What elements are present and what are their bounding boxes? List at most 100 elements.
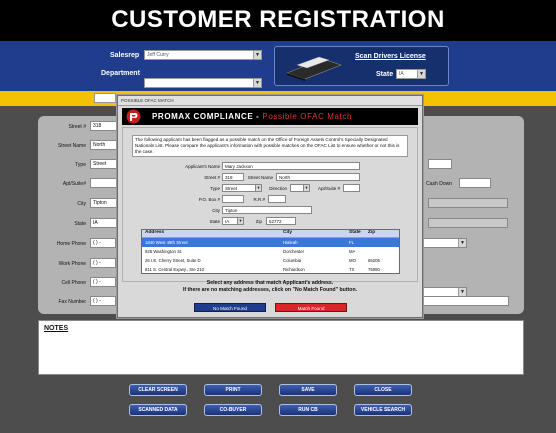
m-apt-label: Apt/Suite # (317, 186, 340, 191)
row-state: TX (349, 267, 355, 272)
m-zip-field[interactable]: 52772 (266, 217, 296, 225)
col-header-address: Address (145, 230, 165, 235)
right-select-1[interactable]: ▼ (423, 238, 467, 248)
dialog-titlebar: POSSIBLE OFAC MATCH (118, 96, 422, 106)
instruction-line-1: Select any address that match Applicant'… (206, 280, 334, 286)
clear-screen-button[interactable]: CLEAR SCREEN (129, 384, 187, 396)
row-zip: 75080 (368, 267, 380, 272)
chevron-down-icon: ▼ (237, 218, 243, 224)
table-row[interactable]: 811 S. Central Expwy., Ste 210 Richardso… (142, 265, 399, 274)
m-po-box-field[interactable] (222, 195, 244, 203)
salesrep-label: Salesrep (110, 52, 140, 59)
state-label: State (376, 71, 394, 78)
yellow-bar-input[interactable] (94, 93, 116, 103)
match-found-button[interactable]: Match Found (275, 303, 347, 312)
print-button[interactable]: PRINT (204, 384, 262, 396)
type-field[interactable]: Street (90, 159, 120, 169)
state-field[interactable]: IA (90, 218, 118, 228)
m-po-box-label: P.O. Box # (198, 197, 220, 202)
chevron-down-icon: ▼ (303, 185, 309, 191)
ofac-match-dialog: POSSIBLE OFAC MATCH PROMAX COMPLIANCE -P… (117, 95, 423, 318)
state-value: IA (399, 71, 404, 77)
ofac-address-table: Address City State Zip 1840 West 49th St… (141, 229, 400, 274)
table-row[interactable]: 1840 West 49th Street Hialeah FL (142, 238, 399, 247)
vehicle-search-button[interactable]: VEHICLE SEARCH (354, 404, 412, 416)
right-field-2[interactable] (428, 198, 508, 208)
department-select[interactable]: ▼ (144, 78, 262, 88)
city-label: City (77, 201, 86, 207)
chevron-down-icon: ▼ (458, 288, 466, 296)
row-city: Richardson (283, 267, 305, 272)
heading-main: PROMAX COMPLIANCE - (152, 112, 260, 121)
m-direction-select[interactable]: ▼ (290, 184, 310, 192)
m-zip-label: Zip (255, 219, 262, 224)
m-direction-label: Direction (269, 186, 287, 191)
title-bar: CUSTOMER REGISTRATION (0, 0, 556, 41)
instruction-text: Select any address that match Applicant'… (122, 280, 418, 294)
row-state: MO (349, 258, 356, 263)
chevron-down-icon: ▼ (417, 70, 425, 78)
state-label: State (74, 221, 86, 227)
type-label: Type (75, 162, 86, 168)
state-select[interactable]: IA ▼ (396, 69, 426, 79)
applicant-name-field[interactable]: Mary Jackson (222, 162, 360, 170)
m-state-value: IA (225, 219, 230, 224)
scanned-data-button[interactable]: SCANNED DATA (129, 404, 187, 416)
m-rr-field[interactable] (268, 195, 286, 203)
chevron-down-icon: ▼ (253, 51, 261, 59)
scan-drivers-license-link[interactable]: Scan Drivers License (355, 53, 426, 60)
m-type-select[interactable]: Street ▼ (222, 184, 262, 192)
salesrep-select[interactable]: Jeff Curry ▼ (144, 50, 262, 60)
m-street-name-label: Street Name (247, 175, 273, 180)
co-buyer-button[interactable]: CO-BUYER (204, 404, 262, 416)
run-cb-button[interactable]: RUN CB (279, 404, 337, 416)
save-button[interactable]: SAVE (279, 384, 337, 396)
row-city: Hialeah (283, 240, 298, 245)
m-apt-field[interactable] (343, 184, 360, 192)
work-phone-field[interactable]: ( ) - (90, 258, 116, 268)
m-state-select[interactable]: IA ▼ (222, 217, 244, 225)
col-header-state: State (349, 230, 361, 235)
m-city-field[interactable]: Tipton (222, 206, 312, 214)
street-no-label: Street # (68, 124, 86, 130)
home-phone-field[interactable]: ( ) - (90, 238, 116, 248)
close-button[interactable]: CLOSE (354, 384, 412, 396)
fax-label: Fax Number (58, 299, 86, 305)
row-city: Columbia (283, 258, 302, 263)
page-title: CUSTOMER REGISTRATION (111, 6, 445, 33)
heading-possible-match: Possible OFAC Match (262, 112, 353, 121)
row-address: 925 Washington St. (145, 249, 183, 254)
cell-phone-field[interactable]: ( ) - (90, 277, 116, 287)
street-no-field[interactable]: 318 (90, 121, 118, 131)
table-row[interactable]: 925 Washington St. Dorchester MA (142, 247, 399, 256)
table-row[interactable]: 26 I.E. Cherry Street, Suite D Columbia … (142, 256, 399, 265)
no-match-found-button[interactable]: No Match Found (194, 303, 266, 312)
col-header-city: City (283, 230, 293, 235)
m-street-no-field[interactable]: 318 (222, 173, 244, 181)
m-city-label: City (212, 208, 220, 213)
promax-logo-icon (126, 109, 141, 124)
m-street-name-field[interactable]: North (276, 173, 360, 181)
dialog-header: PROMAX COMPLIANCE - Possible OFAC Match (122, 108, 418, 125)
street-name-label: Street Name (57, 143, 86, 149)
notes-label: NOTES (44, 325, 69, 332)
cell-phone-label: Cell Phone (61, 280, 86, 286)
home-phone-label: Home Phone (56, 241, 86, 247)
right-field-3[interactable] (428, 218, 508, 228)
notes-panel[interactable]: NOTES (38, 320, 524, 375)
department-label: Department (101, 70, 140, 77)
m-type-value: Street (225, 186, 238, 191)
right-field-4[interactable] (423, 296, 509, 306)
instruction-line-2: If there are no matching addresses, clic… (182, 287, 358, 293)
chevron-down-icon: ▼ (255, 185, 261, 191)
row-address: 811 S. Central Expwy., Ste 210 (145, 267, 205, 272)
cash-down-field[interactable] (459, 178, 491, 188)
col-header-zip: Zip (368, 230, 376, 235)
table-header: Address City State Zip (142, 230, 399, 238)
apt-field[interactable] (90, 178, 120, 188)
row-state: MA (349, 249, 356, 254)
ofac-notice-text: The following applicant has been flagged… (132, 135, 408, 157)
right-field-1[interactable] (428, 159, 452, 169)
fax-field[interactable]: ( ) - (90, 296, 116, 306)
apt-label: Apt/Suite# (62, 181, 86, 187)
